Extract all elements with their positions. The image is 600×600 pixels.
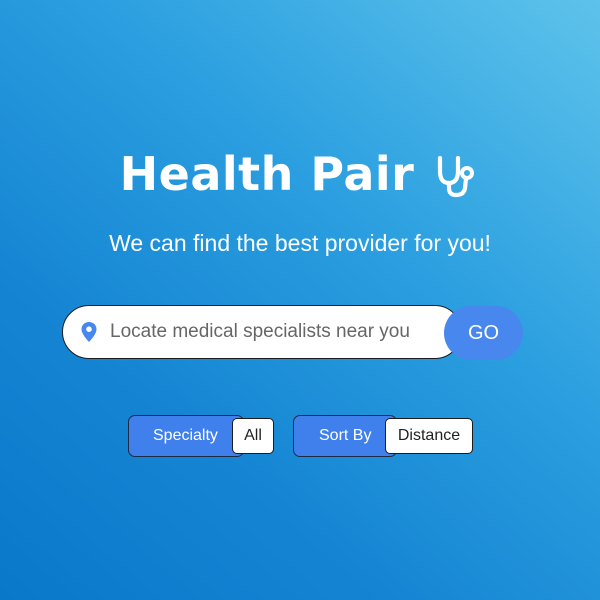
go-button[interactable]: GO [444, 306, 523, 360]
search-page: Health Pair We can find the best provide… [0, 0, 600, 600]
tagline: We can find the best provider for you! [109, 230, 491, 256]
search-input[interactable] [110, 321, 440, 343]
location-pin-icon [80, 321, 98, 343]
search-bar[interactable] [62, 305, 462, 359]
specialty-filter-value[interactable]: All [232, 418, 274, 454]
sort-by-button[interactable]: Sort By [293, 415, 397, 457]
app-title: Health Pair [119, 147, 415, 201]
sort-by-value[interactable]: Distance [385, 418, 473, 454]
header: Health Pair [0, 142, 600, 206]
stethoscope-icon [434, 154, 480, 200]
specialty-filter-button[interactable]: Specialty [128, 415, 244, 457]
